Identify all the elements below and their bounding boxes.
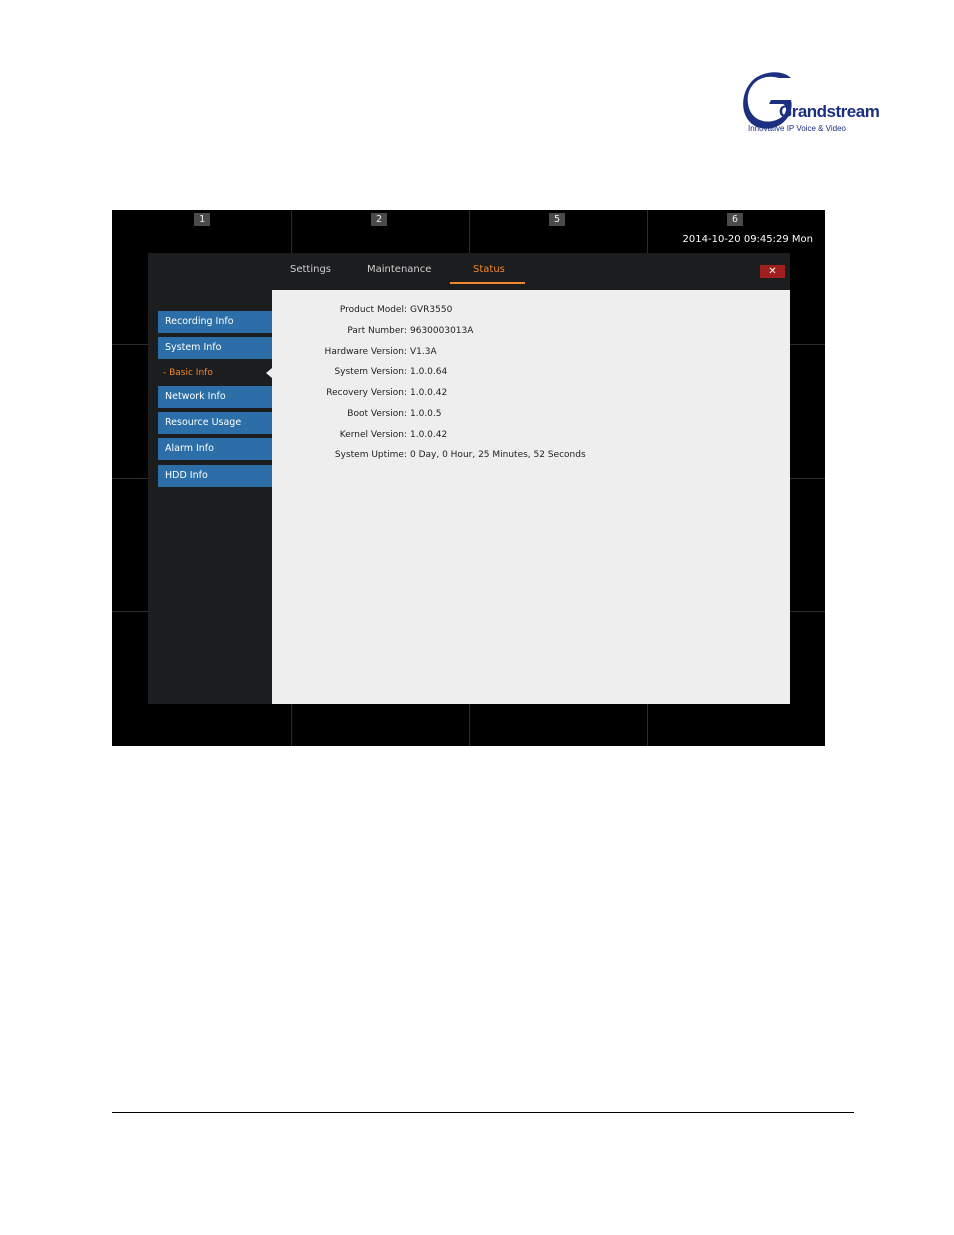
info-value: 0 Day, 0 Hour, 25 Minutes, 52 Seconds (410, 450, 586, 460)
clock: 2014-10-20 09:45:29 Mon (682, 234, 813, 245)
footer-divider (112, 1112, 854, 1113)
info-value: 1.0.0.42 (410, 388, 448, 398)
close-button[interactable]: ✕ (760, 265, 785, 278)
info-label: Hardware Version: (324, 347, 407, 357)
info-value: 1.0.0.5 (410, 409, 442, 419)
grandstream-logo: Grandstream Innovative IP Voice & Video (739, 68, 880, 138)
info-value: V1.3A (410, 347, 437, 357)
active-tab-indicator (450, 282, 525, 284)
close-icon: ✕ (768, 266, 777, 277)
info-label: System Uptime: (334, 450, 407, 460)
info-label: Product Model: (339, 305, 407, 315)
basic-info-panel: Product Model: GVR3550 Part Number: 9630… (272, 290, 790, 704)
tab-bar: Settings Maintenance Status ✕ (148, 253, 790, 290)
tab-settings[interactable]: Settings (290, 264, 331, 275)
info-value: 1.0.0.42 (410, 430, 448, 440)
info-value: GVR3550 (410, 305, 453, 315)
info-value: 9630003013A (410, 326, 474, 336)
channel-label-6[interactable]: 6 (727, 213, 743, 226)
sidebar-item-hdd-info[interactable]: HDD Info (158, 465, 272, 487)
logo-tagline: Innovative IP Voice & Video (748, 124, 846, 133)
channel-label-2[interactable]: 2 (371, 213, 387, 226)
channel-label-1[interactable]: 1 (194, 213, 210, 226)
tab-maintenance[interactable]: Maintenance (367, 264, 431, 275)
logo-wordmark: Grandstream (779, 102, 880, 121)
info-label: Boot Version: (347, 409, 407, 419)
info-label: System Version: (334, 367, 407, 377)
gvr-screen: 1 2 5 6 2014-10-20 09:45:29 Mon Settings… (112, 210, 825, 746)
channel-label-5[interactable]: 5 (549, 213, 565, 226)
info-label: Part Number: (347, 326, 407, 336)
info-label: Kernel Version: (339, 430, 407, 440)
status-dialog: Settings Maintenance Status ✕ Recording … (148, 253, 790, 704)
info-label: Recovery Version: (326, 388, 407, 398)
tab-status[interactable]: Status (473, 264, 505, 275)
info-value: 1.0.0.64 (410, 367, 448, 377)
